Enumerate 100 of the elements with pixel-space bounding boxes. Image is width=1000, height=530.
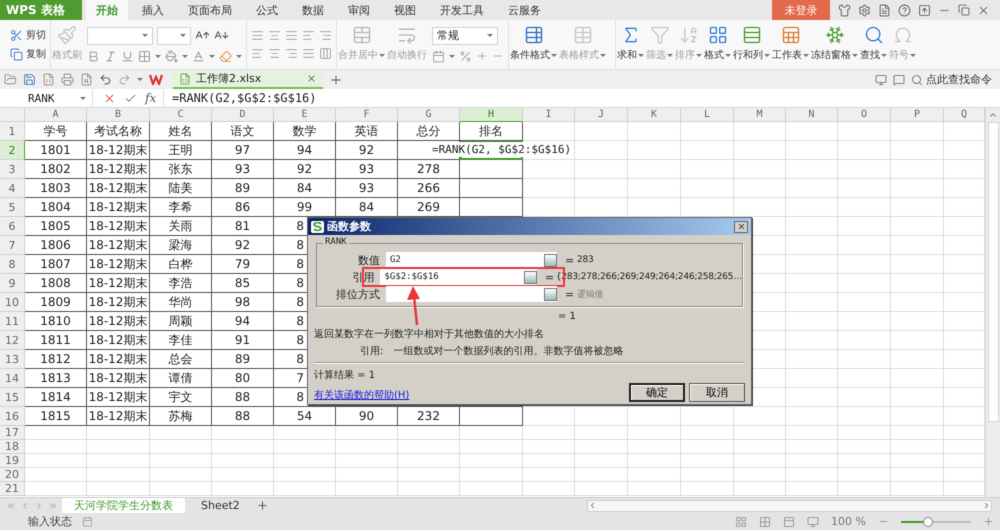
insert-function-button[interactable]: fx xyxy=(145,91,156,105)
menu-tab[interactable]: 插入 xyxy=(132,0,174,20)
menu-tab[interactable]: 开始 xyxy=(86,0,128,20)
ribbon-button[interactable]: 格式 xyxy=(703,20,732,69)
document-tab[interactable]: 工作簿2.xlsx xyxy=(173,70,323,89)
table-cell: 18-12期末 xyxy=(87,407,150,426)
row-header[interactable]: 17 xyxy=(0,426,25,440)
sheet-tab[interactable]: 天河学院学生分数表 xyxy=(62,498,185,514)
ribbon-button[interactable]: 行和列 xyxy=(732,20,771,69)
ribbon-button[interactable]: 条件格式 xyxy=(509,20,558,69)
column-header[interactable]: H xyxy=(460,108,523,122)
table-cell: 1812 xyxy=(25,350,87,369)
row-header[interactable]: 19 xyxy=(0,454,25,468)
table-cell: 谭倩 xyxy=(150,369,212,388)
row-header[interactable]: 1 xyxy=(0,122,25,141)
table-cell: 白桦 xyxy=(150,255,212,274)
column-header[interactable]: D xyxy=(212,108,274,122)
table-cell: 李浩 xyxy=(150,274,212,293)
row-header[interactable]: 12 xyxy=(0,331,25,350)
row-header[interactable]: 9 xyxy=(0,274,25,293)
row-header[interactable]: 8 xyxy=(0,255,25,274)
sheet-tab[interactable]: Sheet2 xyxy=(189,498,252,514)
table-cell: 81 xyxy=(212,217,274,236)
group-title: RANK xyxy=(323,237,349,247)
column-header[interactable]: N xyxy=(786,108,838,122)
login-button[interactable]: 未登录 xyxy=(772,0,830,20)
copy-button[interactable]: 复制 xyxy=(10,47,46,61)
menu-tab[interactable]: 数据 xyxy=(292,0,334,20)
table-cell: 数学 xyxy=(274,122,336,141)
row-header[interactable]: 7 xyxy=(0,236,25,255)
table-cell: 93 xyxy=(336,179,398,198)
menu-tab[interactable]: 云服务 xyxy=(498,0,551,20)
row-header[interactable]: 15 xyxy=(0,388,25,407)
table-cell: 18-12期末 xyxy=(87,198,150,217)
row-header[interactable]: 13 xyxy=(0,350,25,369)
table-cell: 学号 xyxy=(25,122,87,141)
table-cell: 18-12期末 xyxy=(87,160,150,179)
number-format-dropdown[interactable]: 常规 xyxy=(432,26,498,44)
column-header[interactable]: J xyxy=(575,108,628,122)
row-header[interactable]: 21 xyxy=(0,482,25,496)
table-cell: 华尚 xyxy=(150,293,212,312)
menu-tab[interactable]: 开发工具 xyxy=(430,0,494,20)
ribbon-button[interactable]: 查找 xyxy=(859,20,888,69)
menu-tab[interactable]: 页面布局 xyxy=(178,0,242,20)
equals-sign: = xyxy=(565,288,576,300)
table-cell: 266 xyxy=(398,179,460,198)
app-menu-button[interactable]: WPS 表格 xyxy=(0,0,82,20)
table-cell: 张东 xyxy=(150,160,212,179)
column-header[interactable]: O xyxy=(838,108,891,122)
row-header[interactable]: 6 xyxy=(0,217,25,236)
table-cell: 86 xyxy=(212,198,274,217)
table-cell: 总分 xyxy=(398,122,460,141)
row-header[interactable]: 10 xyxy=(0,293,25,312)
table-cell: 1804 xyxy=(25,198,87,217)
table-cell: 85 xyxy=(212,274,274,293)
row-header[interactable]: 3 xyxy=(0,160,25,179)
menu-tab[interactable]: 公式 xyxy=(246,0,288,20)
table-cell: 97 xyxy=(212,141,274,160)
table-cell: 79 xyxy=(212,255,274,274)
row-header[interactable]: 14 xyxy=(0,369,25,388)
argument-field[interactable]: $G$2:$G$16 xyxy=(380,269,537,285)
menu-tab[interactable]: 视图 xyxy=(384,0,426,20)
column-header[interactable]: G xyxy=(398,108,460,122)
table-cell: 18-12期末 xyxy=(87,274,150,293)
column-header[interactable]: M xyxy=(734,108,786,122)
column-header[interactable]: B xyxy=(87,108,150,122)
column-header[interactable]: C xyxy=(150,108,212,122)
cut-button[interactable]: 剪切 xyxy=(10,28,46,42)
menu-tab[interactable]: 审阅 xyxy=(338,0,380,20)
row-header[interactable]: 11 xyxy=(0,312,25,331)
row-header[interactable]: 16 xyxy=(0,407,25,426)
column-header[interactable]: I xyxy=(523,108,575,122)
row-header[interactable]: 20 xyxy=(0,468,25,482)
column-header[interactable]: Q xyxy=(944,108,985,122)
column-header[interactable]: P xyxy=(891,108,944,122)
row-header[interactable]: 2 xyxy=(0,141,25,160)
row-header[interactable]: 5 xyxy=(0,198,25,217)
name-box[interactable]: RANK xyxy=(0,90,93,106)
ribbon-button[interactable]: 冻结窗格 xyxy=(810,20,859,69)
table-cell: 94 xyxy=(274,141,336,160)
row-header[interactable]: 4 xyxy=(0,179,25,198)
row-header[interactable]: 18 xyxy=(0,440,25,454)
column-header[interactable]: K xyxy=(628,108,681,122)
field-label: 引用 xyxy=(351,270,376,284)
table-cell: 18-12期末 xyxy=(87,217,150,236)
column-header[interactable]: L xyxy=(681,108,734,122)
formula-field[interactable]: =RANK(G2,$G$2:$G$16) xyxy=(163,90,1000,106)
command-search-field[interactable]: 点此查找命令 xyxy=(911,72,1000,87)
cancel-button[interactable]: 取消 xyxy=(689,383,745,402)
ribbon-button[interactable]: 工作表 xyxy=(771,20,810,69)
column-header[interactable]: A xyxy=(25,108,87,122)
argument-field[interactable]: G2 xyxy=(386,252,557,268)
table-cell: 92 xyxy=(212,236,274,255)
equals-sign: = xyxy=(544,270,556,284)
ok-button[interactable]: 确定 xyxy=(629,383,685,402)
ribbon-button[interactable]: 求和 xyxy=(616,20,645,69)
column-header[interactable]: F xyxy=(336,108,398,122)
column-header[interactable]: E xyxy=(274,108,336,122)
table-cell: 89 xyxy=(212,350,274,369)
field-label: 数值 xyxy=(357,252,381,268)
